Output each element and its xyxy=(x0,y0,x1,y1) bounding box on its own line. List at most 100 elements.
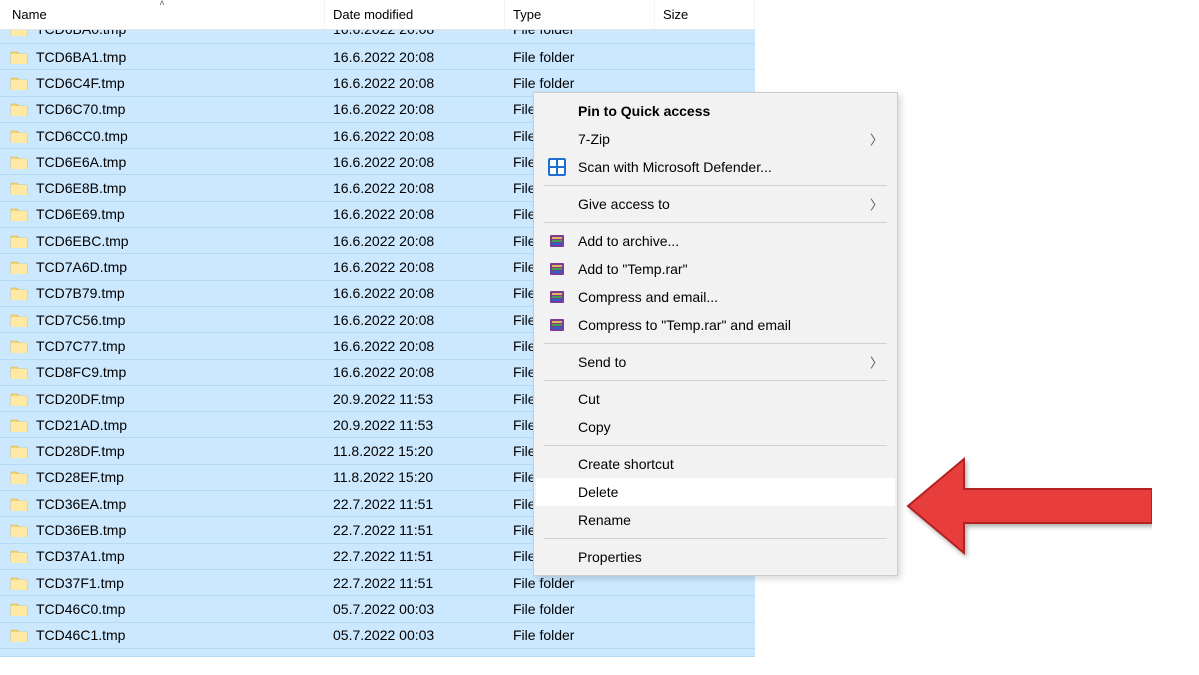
menu-separator xyxy=(544,538,887,539)
file-name-cell: TCD8FC9.tmp xyxy=(0,364,325,380)
folder-icon xyxy=(10,313,28,327)
file-name-label: TCD20DF.tmp xyxy=(36,391,125,407)
menu-item-cut[interactable]: Cut xyxy=(536,385,895,413)
menu-separator xyxy=(544,222,887,223)
file-name-label: TCD37A1.tmp xyxy=(36,548,125,564)
column-header-type[interactable]: Type xyxy=(505,0,655,29)
table-row[interactable]: TCD6BA0.tmp16.6.2022 20:08File folder xyxy=(0,30,755,44)
file-date-cell: 16.6.2022 20:08 xyxy=(325,128,505,144)
file-name-label: TCD7B79.tmp xyxy=(36,285,125,301)
menu-label: Add to archive... xyxy=(578,233,679,249)
file-name-cell: TCD37F1.tmp xyxy=(0,575,325,591)
chevron-right-icon: 〉 xyxy=(870,195,883,214)
table-row[interactable]: TCD46C2.tmp05.7.2022 00:03File folder xyxy=(0,649,755,657)
file-name-label: TCD21AD.tmp xyxy=(36,417,127,433)
column-header-date[interactable]: Date modified xyxy=(325,0,505,29)
file-name-cell: TCD6BA0.tmp xyxy=(0,30,325,37)
menu-item-copy[interactable]: Copy xyxy=(536,413,895,441)
file-name-cell: TCD46C0.tmp xyxy=(0,601,325,617)
folder-icon xyxy=(10,628,28,642)
folder-icon xyxy=(10,207,28,221)
file-date-cell: 16.6.2022 20:08 xyxy=(325,312,505,328)
file-date-cell: 16.6.2022 20:08 xyxy=(325,180,505,196)
folder-icon xyxy=(10,155,28,169)
file-type-cell: File folder xyxy=(505,575,655,591)
file-type-cell: File folder xyxy=(505,49,655,65)
menu-item-send-to[interactable]: Send to 〉 xyxy=(536,348,895,376)
column-header-date-label: Date modified xyxy=(333,7,413,22)
file-type-cell: File folder xyxy=(505,654,655,657)
menu-item-rename[interactable]: Rename xyxy=(536,506,895,534)
menu-item-delete[interactable]: Delete xyxy=(536,478,895,506)
file-date-cell: 22.7.2022 11:51 xyxy=(325,548,505,564)
file-date-cell: 16.6.2022 20:08 xyxy=(325,30,505,37)
menu-label: Add to "Temp.rar" xyxy=(578,261,688,277)
file-date-cell: 16.6.2022 20:08 xyxy=(325,233,505,249)
file-date-cell: 16.6.2022 20:08 xyxy=(325,285,505,301)
folder-icon xyxy=(10,286,28,300)
file-type-cell: File folder xyxy=(505,627,655,643)
file-type-cell: File folder xyxy=(505,601,655,617)
column-header-name[interactable]: Name ˄ xyxy=(0,0,325,29)
file-date-cell: 16.6.2022 20:08 xyxy=(325,364,505,380)
file-name-cell: TCD6BA1.tmp xyxy=(0,49,325,65)
column-header-size[interactable]: Size xyxy=(655,0,755,29)
folder-icon xyxy=(10,181,28,195)
file-date-cell: 16.6.2022 20:08 xyxy=(325,49,505,65)
file-date-cell: 16.6.2022 20:08 xyxy=(325,101,505,117)
menu-label: Compress and email... xyxy=(578,289,718,305)
file-name-cell: TCD6EBC.tmp xyxy=(0,233,325,249)
chevron-right-icon: 〉 xyxy=(870,353,883,372)
file-name-label: TCD37F1.tmp xyxy=(36,575,124,591)
folder-icon xyxy=(10,50,28,64)
menu-separator xyxy=(544,185,887,186)
menu-separator xyxy=(544,343,887,344)
table-row[interactable]: TCD6BA1.tmp16.6.2022 20:08File folder xyxy=(0,44,755,70)
winrar-icon xyxy=(548,260,566,278)
menu-label: Create shortcut xyxy=(578,456,674,472)
folder-icon xyxy=(10,470,28,484)
folder-icon xyxy=(10,418,28,432)
folder-icon xyxy=(10,392,28,406)
menu-item-add-temp-rar[interactable]: Add to "Temp.rar" xyxy=(536,255,895,283)
menu-item-compress-email[interactable]: Compress and email... xyxy=(536,283,895,311)
menu-item-defender[interactable]: Scan with Microsoft Defender... xyxy=(536,153,895,181)
table-row[interactable]: TCD46C0.tmp05.7.2022 00:03File folder xyxy=(0,596,755,622)
folder-icon xyxy=(10,129,28,143)
file-name-cell: TCD36EA.tmp xyxy=(0,496,325,512)
file-name-cell: TCD37A1.tmp xyxy=(0,548,325,564)
file-name-cell: TCD28DF.tmp xyxy=(0,443,325,459)
table-row[interactable]: TCD46C1.tmp05.7.2022 00:03File folder xyxy=(0,623,755,649)
menu-label: Properties xyxy=(578,549,642,565)
file-date-cell: 11.8.2022 15:20 xyxy=(325,443,505,459)
menu-label: 7-Zip xyxy=(578,131,610,147)
context-menu: Pin to Quick access 7-Zip 〉 Scan with Mi… xyxy=(533,92,898,576)
file-name-cell: TCD6E6A.tmp xyxy=(0,154,325,170)
file-date-cell: 22.7.2022 11:51 xyxy=(325,575,505,591)
defender-icon xyxy=(548,158,566,176)
winrar-icon xyxy=(548,232,566,250)
file-date-cell: 22.7.2022 11:51 xyxy=(325,522,505,538)
menu-item-create-shortcut[interactable]: Create shortcut xyxy=(536,450,895,478)
folder-icon xyxy=(10,365,28,379)
menu-item-7zip[interactable]: 7-Zip 〉 xyxy=(536,125,895,153)
file-name-cell: TCD7B79.tmp xyxy=(0,285,325,301)
menu-item-give-access[interactable]: Give access to 〉 xyxy=(536,190,895,218)
file-name-cell: TCD21AD.tmp xyxy=(0,417,325,433)
file-name-cell: TCD7A6D.tmp xyxy=(0,259,325,275)
folder-icon xyxy=(10,655,28,657)
menu-label: Rename xyxy=(578,512,631,528)
file-name-label: TCD46C0.tmp xyxy=(36,601,125,617)
menu-item-pin-quick-access[interactable]: Pin to Quick access xyxy=(536,97,895,125)
menu-item-properties[interactable]: Properties xyxy=(536,543,895,571)
menu-item-add-archive[interactable]: Add to archive... xyxy=(536,227,895,255)
file-name-cell: TCD28EF.tmp xyxy=(0,469,325,485)
menu-label: Give access to xyxy=(578,196,670,212)
menu-item-compress-temp-email[interactable]: Compress to "Temp.rar" and email xyxy=(536,311,895,339)
menu-separator xyxy=(544,380,887,381)
file-name-label: TCD6E6A.tmp xyxy=(36,154,126,170)
file-name-label: TCD46C1.tmp xyxy=(36,627,125,643)
column-header-name-label: Name xyxy=(12,7,47,22)
file-date-cell: 05.7.2022 00:03 xyxy=(325,654,505,657)
winrar-icon xyxy=(548,288,566,306)
